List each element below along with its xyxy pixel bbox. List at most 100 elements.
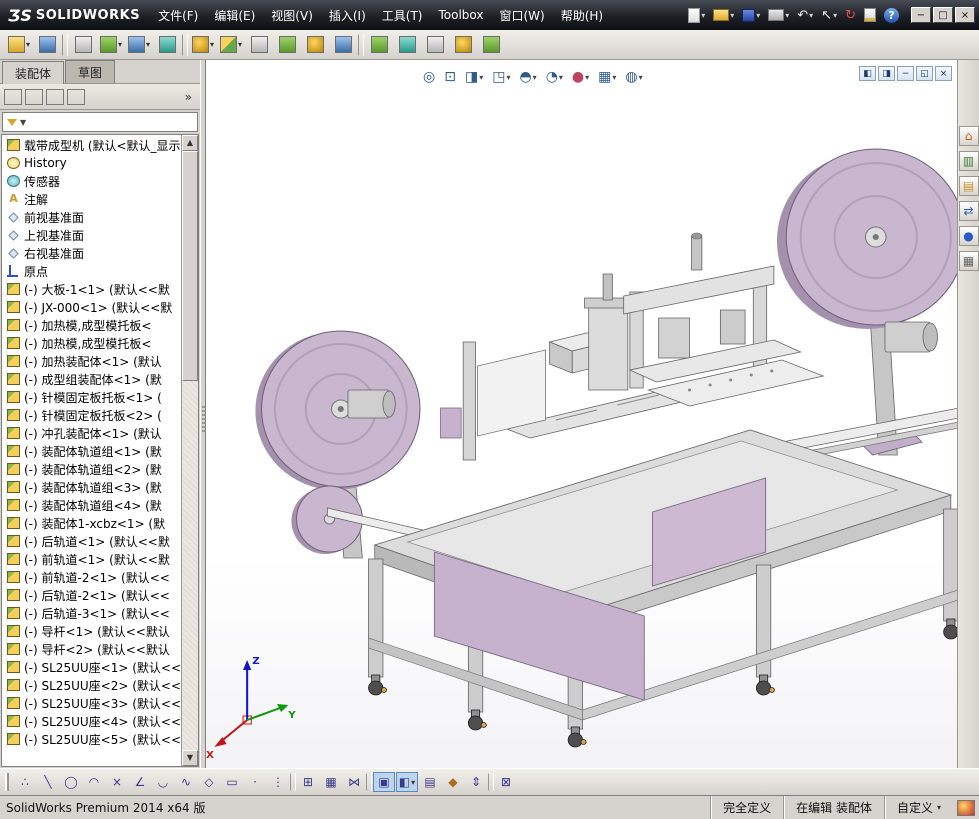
tab-sketch[interactable]: 草图 — [65, 60, 116, 83]
dropdown-arrow-icon[interactable]: ▾ — [118, 40, 122, 49]
assembly-features-button[interactable]: ▾ — [190, 32, 216, 58]
scrollbar-track[interactable] — [182, 151, 198, 750]
close-button[interactable]: × — [955, 7, 975, 23]
menu-file[interactable]: 文件(F) — [150, 2, 206, 29]
sketch-entities-button[interactable]: ∴ — [14, 772, 36, 792]
dropdown-arrow-icon[interactable]: ▾ — [756, 11, 760, 20]
tree-item[interactable]: (-) 针模固定板托板<2> ( — [2, 406, 181, 424]
dropdown-arrow-icon[interactable]: ▾ — [559, 73, 563, 82]
propertymanager-tab[interactable] — [25, 88, 43, 105]
tangent-arc-button[interactable]: ◡ — [152, 772, 174, 792]
menu-help[interactable]: 帮助(H) — [553, 2, 611, 29]
edit-appearance-button[interactable]: ● ▾ — [569, 68, 592, 86]
file-properties-button[interactable] — [862, 7, 878, 23]
performance-evaluation-button[interactable] — [478, 32, 504, 58]
show-hidden-components-button[interactable] — [154, 32, 180, 58]
point-tool-button[interactable]: · — [244, 772, 266, 792]
dropdown-arrow-icon[interactable]: ▾ — [146, 40, 150, 49]
hole-alignment-button[interactable] — [422, 32, 448, 58]
chamfer-tool-button[interactable]: ∠ — [129, 772, 151, 792]
tree-item[interactable]: 原点 — [2, 262, 181, 280]
minimize-button[interactable]: − — [911, 7, 931, 23]
arc-tool-button[interactable]: ◠ — [83, 772, 105, 792]
tree-item[interactable]: (-) SL25UU座<1> (默认<< — [2, 658, 181, 676]
help-button[interactable]: ? — [882, 7, 901, 24]
tree-item[interactable]: (-) 装配体轨道组<3> (默 — [2, 478, 181, 496]
displaymanager-tab[interactable] — [67, 88, 85, 105]
quick-tips-button[interactable] — [957, 799, 975, 816]
tree-item[interactable]: (-) SL25UU座<2> (默认<< — [2, 676, 181, 694]
explode-line-sketch-button[interactable] — [330, 32, 356, 58]
appearances-scenes-tab[interactable]: ● — [958, 226, 979, 246]
zoom-area-button[interactable]: ⊡ — [441, 68, 459, 86]
featuremanager-tree-tab[interactable] — [4, 88, 22, 105]
tree-item[interactable]: (-) 加热模,成型模托板< — [2, 334, 181, 352]
tree-item[interactable]: (-) SL25UU座<4> (默认<< — [2, 712, 181, 730]
tab-assembly[interactable]: 装配体 — [2, 61, 65, 84]
apply-scene-button[interactable]: ▤ — [419, 772, 441, 792]
dropdown-arrow-icon[interactable]: ▾ — [639, 73, 643, 82]
apply-scene-button[interactable]: ▦ ▾ — [595, 68, 619, 86]
tree-item[interactable]: 传感器 — [2, 172, 181, 190]
tree-item[interactable]: (-) 成型组装配体<1> (默 — [2, 370, 181, 388]
display-style-button[interactable]: ◓ ▾ — [516, 68, 539, 86]
dropdown-arrow-icon[interactable]: ▾ — [533, 73, 537, 82]
tree-item[interactable]: (-) 加热模,成型模托板< — [2, 316, 181, 334]
doc-minimize-button[interactable]: − — [897, 66, 914, 81]
open-button[interactable]: ▾ — [711, 8, 736, 22]
view-orientation-button[interactable]: ◳ ▾ — [489, 68, 513, 86]
smart-fasteners-button[interactable] — [70, 32, 96, 58]
tree-item[interactable]: (-) 装配体轨道组<2> (默 — [2, 460, 181, 478]
view-settings-button[interactable]: ◍ ▾ — [622, 68, 645, 86]
section-view-button[interactable]: ◨ ▾ — [462, 68, 486, 86]
doc-pane-right-button[interactable]: ◨ — [878, 66, 895, 81]
tree-item[interactable]: (-) SL25UU座<5> (默认<< — [2, 730, 181, 748]
doc-pane-left-button[interactable]: ◧ — [859, 66, 876, 81]
grid-settings-button[interactable]: ▦ — [320, 772, 342, 792]
centerline-tool-button[interactable]: ⋮ — [267, 772, 289, 792]
hide-show-items-button[interactable]: ◔ ▾ — [543, 68, 566, 86]
tree-item[interactable]: A 注解 — [2, 190, 181, 208]
tree-item[interactable]: (-) SL25UU座<3> (默认<< — [2, 694, 181, 712]
tree-item[interactable]: (-) 后轨道-2<1> (默认<< — [2, 586, 181, 604]
measure-button[interactable] — [450, 32, 476, 58]
tree-item[interactable]: 前视基准面 — [2, 208, 181, 226]
save-button[interactable]: ▾ — [740, 8, 762, 23]
material-button[interactable]: ◆ — [442, 772, 464, 792]
polygon-tool-button[interactable]: ◇ — [198, 772, 220, 792]
rectangle-tool-button[interactable]: ▭ — [221, 772, 243, 792]
dropdown-arrow-icon[interactable]: ▾ — [937, 803, 941, 812]
custom-properties-tab[interactable]: ▦ — [958, 251, 979, 271]
tree-item[interactable]: (-) JX-000<1> (默认<<默 — [2, 298, 181, 316]
clearance-verification-button[interactable] — [394, 32, 420, 58]
move-component-button[interactable]: ▾ — [126, 32, 152, 58]
scroll-up-button[interactable]: ▲ — [182, 135, 198, 151]
undo-button[interactable]: ↶ ▾ — [795, 7, 815, 24]
normal-to-button[interactable]: ▣ — [373, 772, 395, 792]
status-custom[interactable]: 自定义 ▾ — [883, 796, 953, 819]
tree-item[interactable]: (-) 前轨道-2<1> (默认<< — [2, 568, 181, 586]
dropdown-arrow-icon[interactable]: ▾ — [26, 40, 30, 49]
trim-entities-button[interactable]: × — [106, 772, 128, 792]
tree-scrollbar[interactable]: ▲ ▼ — [181, 135, 198, 766]
spline-tool-button[interactable]: ∿ — [175, 772, 197, 792]
configurationmanager-tab[interactable] — [46, 88, 64, 105]
dropdown-arrow-icon[interactable]: ▾ — [809, 11, 813, 20]
dropdown-arrow-icon[interactable]: ▾ — [612, 73, 616, 82]
circle-tool-button[interactable]: ◯ — [60, 772, 82, 792]
dropdown-arrow-icon[interactable]: ▾ — [411, 778, 415, 787]
tree-item[interactable]: (-) 装配体1-xcbz<1> (默 — [2, 514, 181, 532]
doc-restore-button[interactable]: ◱ — [916, 66, 933, 81]
graphics-viewport[interactable]: ◎ ⊡ ◨ ▾ ◳ ▾ ◓ ▾ ◔ ▾ ● ▾ ▦ ▾ ◍ ▾ ◧ ◨ − ◱ … — [206, 60, 957, 768]
tree-item[interactable]: (-) 装配体轨道组<4> (默 — [2, 496, 181, 514]
tree-item[interactable]: 载带成型机 (默认<默认_显示 — [2, 136, 181, 154]
file-explorer-tab[interactable]: ▤ — [958, 176, 979, 196]
panel-expand-button[interactable]: » — [181, 90, 196, 104]
bill-of-materials-button[interactable] — [274, 32, 300, 58]
dropdown-arrow-icon[interactable]: ▾ — [506, 73, 510, 82]
menu-tools[interactable]: 工具(T) — [374, 2, 431, 29]
status-fully-defined[interactable]: 完全定义 — [710, 796, 783, 819]
tree-item[interactable]: (-) 前轨道<1> (默认<<默 — [2, 550, 181, 568]
exit-sketch-button[interactable]: ⊠ — [495, 772, 517, 792]
exploded-view-button[interactable] — [302, 32, 328, 58]
